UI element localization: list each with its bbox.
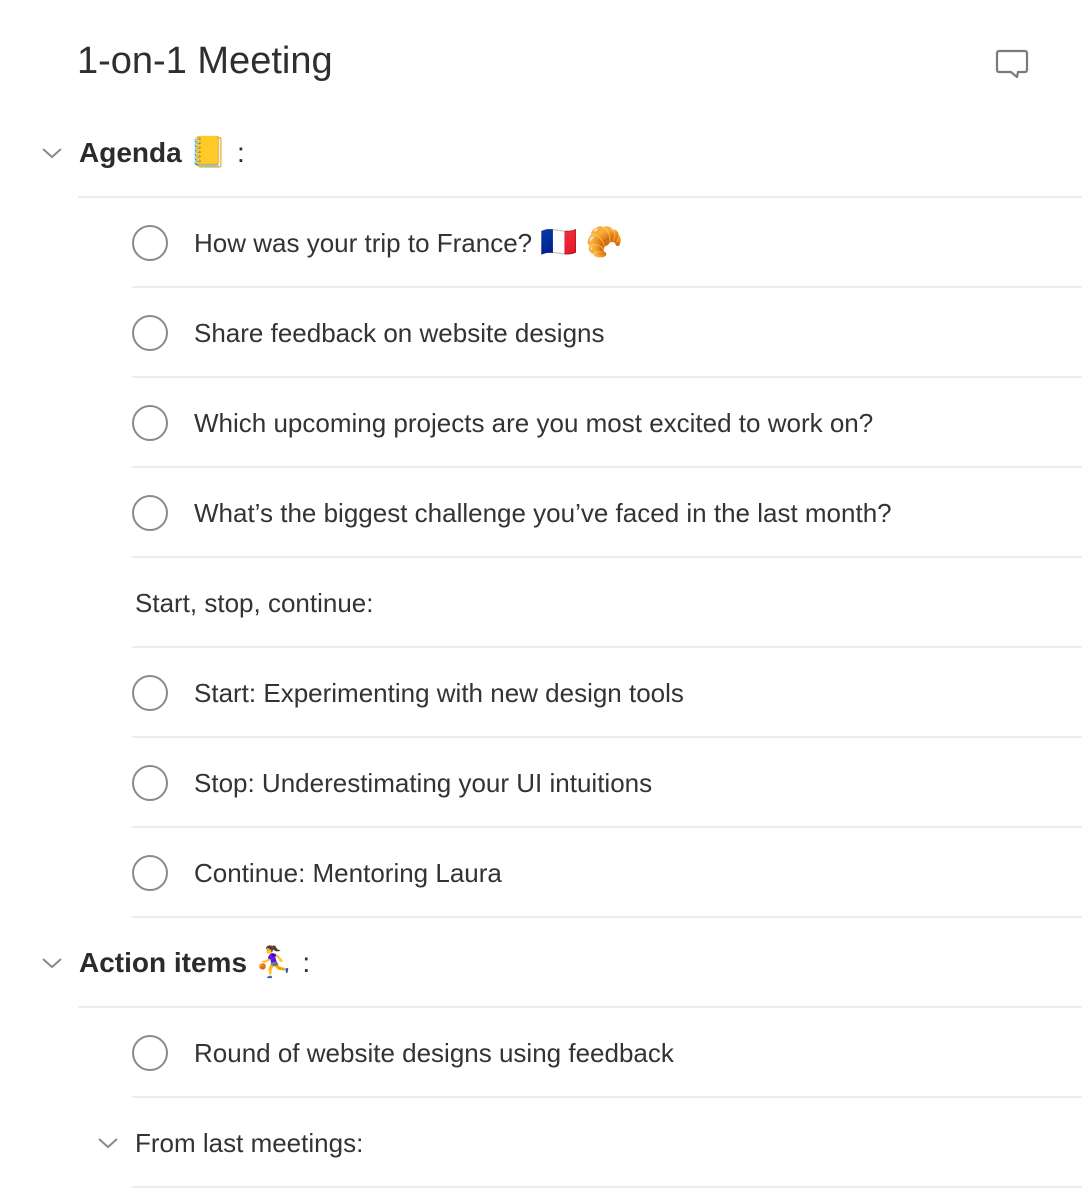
task-checkbox[interactable]: [132, 765, 168, 801]
task-checkbox[interactable]: [132, 1035, 168, 1071]
section-agenda: Agenda 📒 :: [0, 108, 1082, 198]
task-text[interactable]: Share feedback on website designs: [194, 318, 605, 349]
task-row[interactable]: Round of website designs using feedback: [132, 1008, 1082, 1098]
section-colon: :: [302, 947, 311, 978]
task-content[interactable]: How was your trip to France? 🇫🇷 🥐: [194, 228, 623, 259]
chevron-down-icon[interactable]: [97, 1136, 119, 1150]
task-row[interactable]: Stop: Underestimating your UI intuitions: [132, 738, 1082, 828]
divider: [132, 1186, 1082, 1188]
task-text[interactable]: Stop: Underestimating your UI intuitions: [194, 768, 652, 799]
task-text[interactable]: Round of website designs using feedback: [194, 1038, 674, 1069]
basketball-player-emoji-icon: ⛹️‍♀️: [255, 946, 293, 979]
section-heading: Action items ⛹️‍♀️ :: [79, 947, 310, 979]
chevron-down-icon[interactable]: [41, 146, 63, 160]
task-row[interactable]: Share feedback on website designs: [132, 288, 1082, 378]
task-row[interactable]: Start: Experimenting with new design too…: [132, 648, 1082, 738]
task-row[interactable]: How was your trip to France? 🇫🇷 🥐: [132, 198, 1082, 288]
text-row[interactable]: Start, stop, continue:: [132, 558, 1082, 648]
section-action-items: Action items ⛹️‍♀️ :: [0, 918, 1082, 1008]
task-row[interactable]: Continue: Mentoring Laura: [132, 828, 1082, 918]
section-title-text: Action items: [79, 947, 248, 978]
section-title-text: Agenda: [79, 137, 182, 168]
task-text[interactable]: Continue: Mentoring Laura: [194, 858, 502, 889]
task-text[interactable]: Start: Experimenting with new design too…: [194, 678, 684, 709]
task-checkbox[interactable]: [132, 405, 168, 441]
page-title: 1-on-1 Meeting: [77, 40, 333, 82]
task-checkbox[interactable]: [132, 225, 168, 261]
speech-bubble-icon: [995, 49, 1029, 79]
task-text: How was your trip to France?: [194, 227, 533, 258]
subsection-title[interactable]: From last meetings:: [135, 1128, 363, 1159]
section-colon: :: [237, 137, 245, 168]
subsection-row[interactable]: From last meetings:: [98, 1098, 1082, 1188]
task-row[interactable]: What’s the biggest challenge you’ve face…: [132, 468, 1082, 558]
notebook-emoji-icon: 📒: [189, 136, 228, 169]
section-heading: Agenda 📒 :: [79, 137, 245, 169]
task-text[interactable]: What’s the biggest challenge you’ve face…: [194, 498, 892, 529]
task-checkbox[interactable]: [132, 495, 168, 531]
comment-button[interactable]: [994, 48, 1030, 82]
task-checkbox[interactable]: [132, 675, 168, 711]
task-checkbox[interactable]: [132, 315, 168, 351]
note-text[interactable]: Start, stop, continue:: [135, 588, 373, 619]
task-text[interactable]: Which upcoming projects are you most exc…: [194, 408, 873, 439]
france-flag-croissant-emoji-icon: 🇫🇷 🥐: [540, 226, 624, 259]
task-row[interactable]: Which upcoming projects are you most exc…: [132, 378, 1082, 468]
chevron-down-icon[interactable]: [41, 956, 63, 970]
task-checkbox[interactable]: [132, 855, 168, 891]
